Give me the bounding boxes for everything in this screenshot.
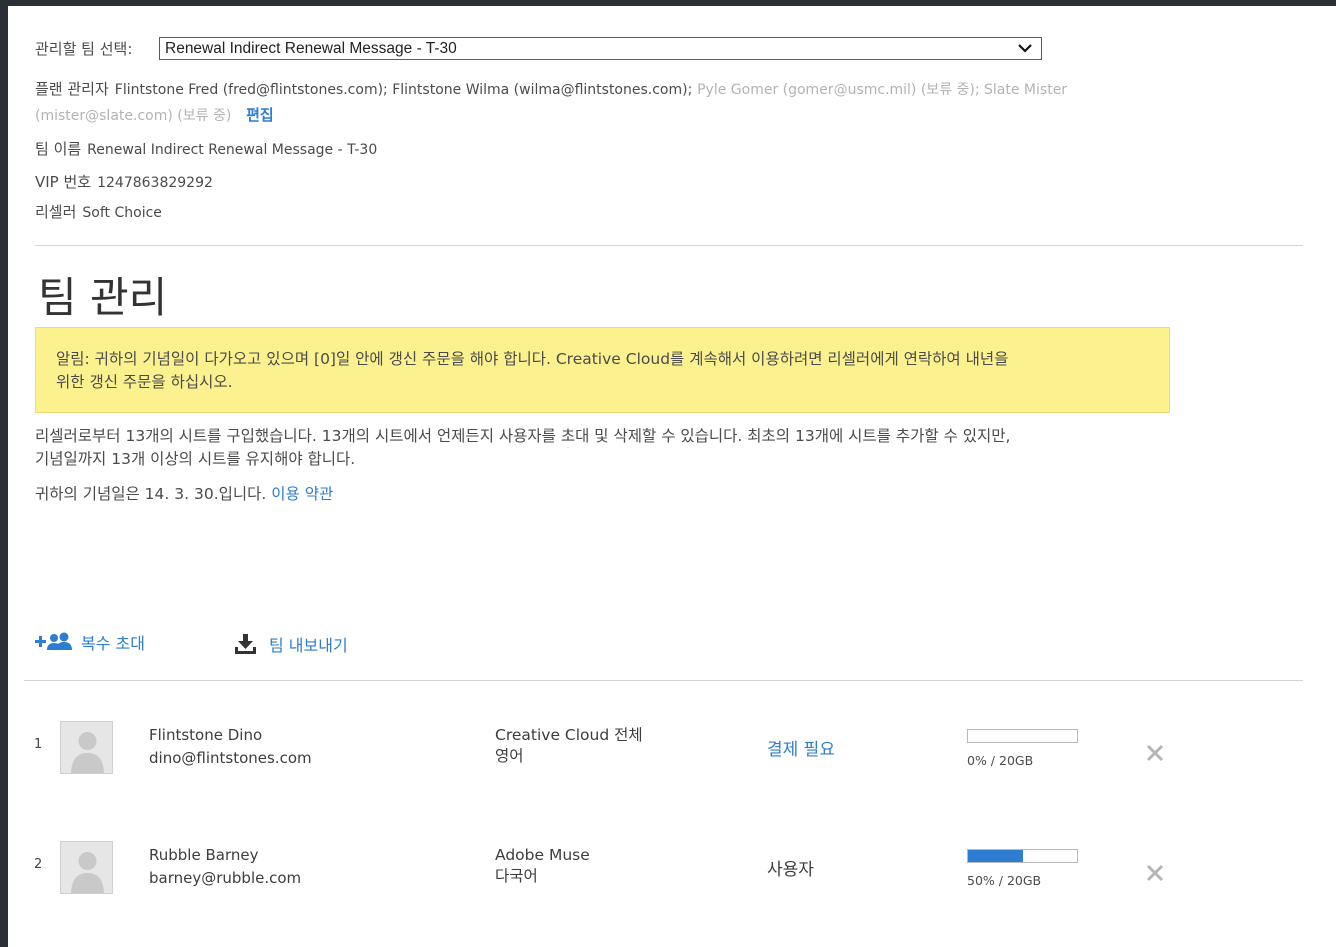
row-index: 1	[34, 737, 43, 752]
storage-progress-bar	[967, 849, 1078, 863]
invite-multiple-button[interactable]: 복수 초대	[35, 630, 145, 654]
plan-admins-pending: Pyle Gomer (gomer@usmc.mil) (보류 중); Slat…	[697, 82, 1068, 98]
anniversary-text: 귀하의 기념일은 14. 3. 30.입니다.	[35, 485, 267, 503]
seats-info: 리셀러로부터 13개의 시트를 구입했습니다. 13개의 시트에서 언제든지 사…	[35, 425, 1010, 471]
user-info: Rubble Barney barney@rubble.com	[149, 844, 301, 890]
user-email: dino@flintstones.com	[149, 749, 312, 767]
storage-progress-fill	[968, 850, 1023, 862]
notice-line-1: 알림: 귀하의 기념일이 다가오고 있으며 [0]일 안에 갱신 주문을 해야 …	[56, 350, 1009, 368]
user-name: Rubble Barney	[149, 846, 259, 864]
plan-admins-label: 플랜 관리자	[35, 80, 109, 98]
user-name: Flintstone Dino	[149, 726, 263, 744]
team-select-label-row: 관리할 팀 선택:	[35, 38, 132, 59]
renewal-notice: 알림: 귀하의 기념일이 다가오고 있으며 [0]일 안에 갱신 주문을 해야 …	[35, 327, 1170, 413]
plan-admins-row: 플랜 관리자 Flintstone Fred (fred@flintstones.…	[35, 78, 1067, 99]
user-email: barney@rubble.com	[149, 869, 302, 887]
user-placeholder-icon	[61, 842, 112, 893]
plan-admins-row-2: (mister@slate.com) (보류 중) 편집	[35, 104, 274, 125]
avatar	[60, 721, 113, 774]
vip-row: VIP 번호 1247863829292	[35, 171, 213, 192]
page-title: 팀 관리	[38, 273, 168, 322]
user-info: Flintstone Dino dino@flintstones.com	[149, 724, 312, 770]
main-frame: 관리할 팀 선택: Renewal Indirect Renewal Messa…	[8, 6, 1336, 947]
team-select-dropdown[interactable]: Renewal Indirect Renewal Message - T-30	[159, 37, 1042, 60]
storage-label: 0% / 20GB	[967, 753, 1034, 768]
reseller-row: 리셀러 Soft Choice	[35, 201, 162, 222]
vip-label: VIP 번호	[35, 173, 92, 191]
product-language: 다국어	[495, 867, 538, 885]
chevron-down-icon	[1018, 44, 1032, 53]
seats-info-line-1: 리셀러로부터 13개의 시트를 구입했습니다. 13개의 시트에서 언제든지 사…	[35, 427, 1011, 445]
export-team-label: 팀 내보내기	[269, 636, 348, 655]
user-product: Creative Cloud 전체 영어	[495, 725, 643, 767]
export-team-button[interactable]: 팀 내보내기	[234, 632, 348, 656]
add-users-icon	[35, 632, 72, 650]
payment-required-link[interactable]: 결제 필요	[767, 735, 835, 760]
user-placeholder-icon	[61, 722, 112, 773]
product-name: Creative Cloud 전체	[495, 726, 643, 744]
remove-user-icon[interactable]	[1145, 743, 1165, 763]
avatar	[60, 841, 113, 894]
team-select-value: Renewal Indirect Renewal Message - T-30	[165, 40, 457, 57]
storage-progress-bar	[967, 729, 1078, 743]
terms-link[interactable]: 이용 약관	[271, 485, 333, 503]
user-row[interactable]: 1 Flintstone Dino dino@flintstones.com C…	[8, 706, 1336, 796]
divider	[35, 245, 1303, 246]
storage-label: 50% / 20GB	[967, 873, 1042, 888]
team-name-value: Renewal Indirect Renewal Message - T-30	[87, 142, 378, 158]
plan-admins-pending-2: (mister@slate.com) (보류 중)	[35, 108, 232, 124]
download-icon	[235, 634, 256, 654]
reseller-value: Soft Choice	[82, 205, 162, 221]
invite-multiple-label: 복수 초대	[81, 634, 145, 653]
user-role-status: 사용자	[767, 860, 814, 880]
anniversary-row: 귀하의 기념일은 14. 3. 30.입니다. 이용 약관	[35, 483, 333, 506]
team-name-row: 팀 이름 Renewal Indirect Renewal Message - T…	[35, 138, 377, 159]
product-name: Adobe Muse	[495, 846, 590, 864]
edit-admins-link[interactable]: 편집	[246, 106, 274, 124]
vip-value: 1247863829292	[97, 175, 213, 191]
product-language: 영어	[495, 747, 524, 765]
team-name-label: 팀 이름	[35, 140, 82, 158]
seats-info-line-2: 기념일까지 13개 이상의 시트를 유지해야 합니다.	[35, 450, 356, 468]
plan-admins-active: Flintstone Fred (fred@flintstones.com); …	[114, 82, 693, 98]
reseller-label: 리셀러	[35, 203, 77, 221]
remove-user-icon[interactable]	[1145, 863, 1165, 883]
notice-line-2: 위한 갱신 주문을 하십시오.	[56, 373, 233, 391]
user-row[interactable]: 2 Rubble Barney barney@rubble.com Adobe …	[8, 826, 1336, 916]
user-product: Adobe Muse 다국어	[495, 845, 590, 887]
row-index: 2	[34, 857, 43, 872]
team-select-label: 관리할 팀 선택:	[35, 40, 133, 58]
divider	[24, 680, 1303, 681]
